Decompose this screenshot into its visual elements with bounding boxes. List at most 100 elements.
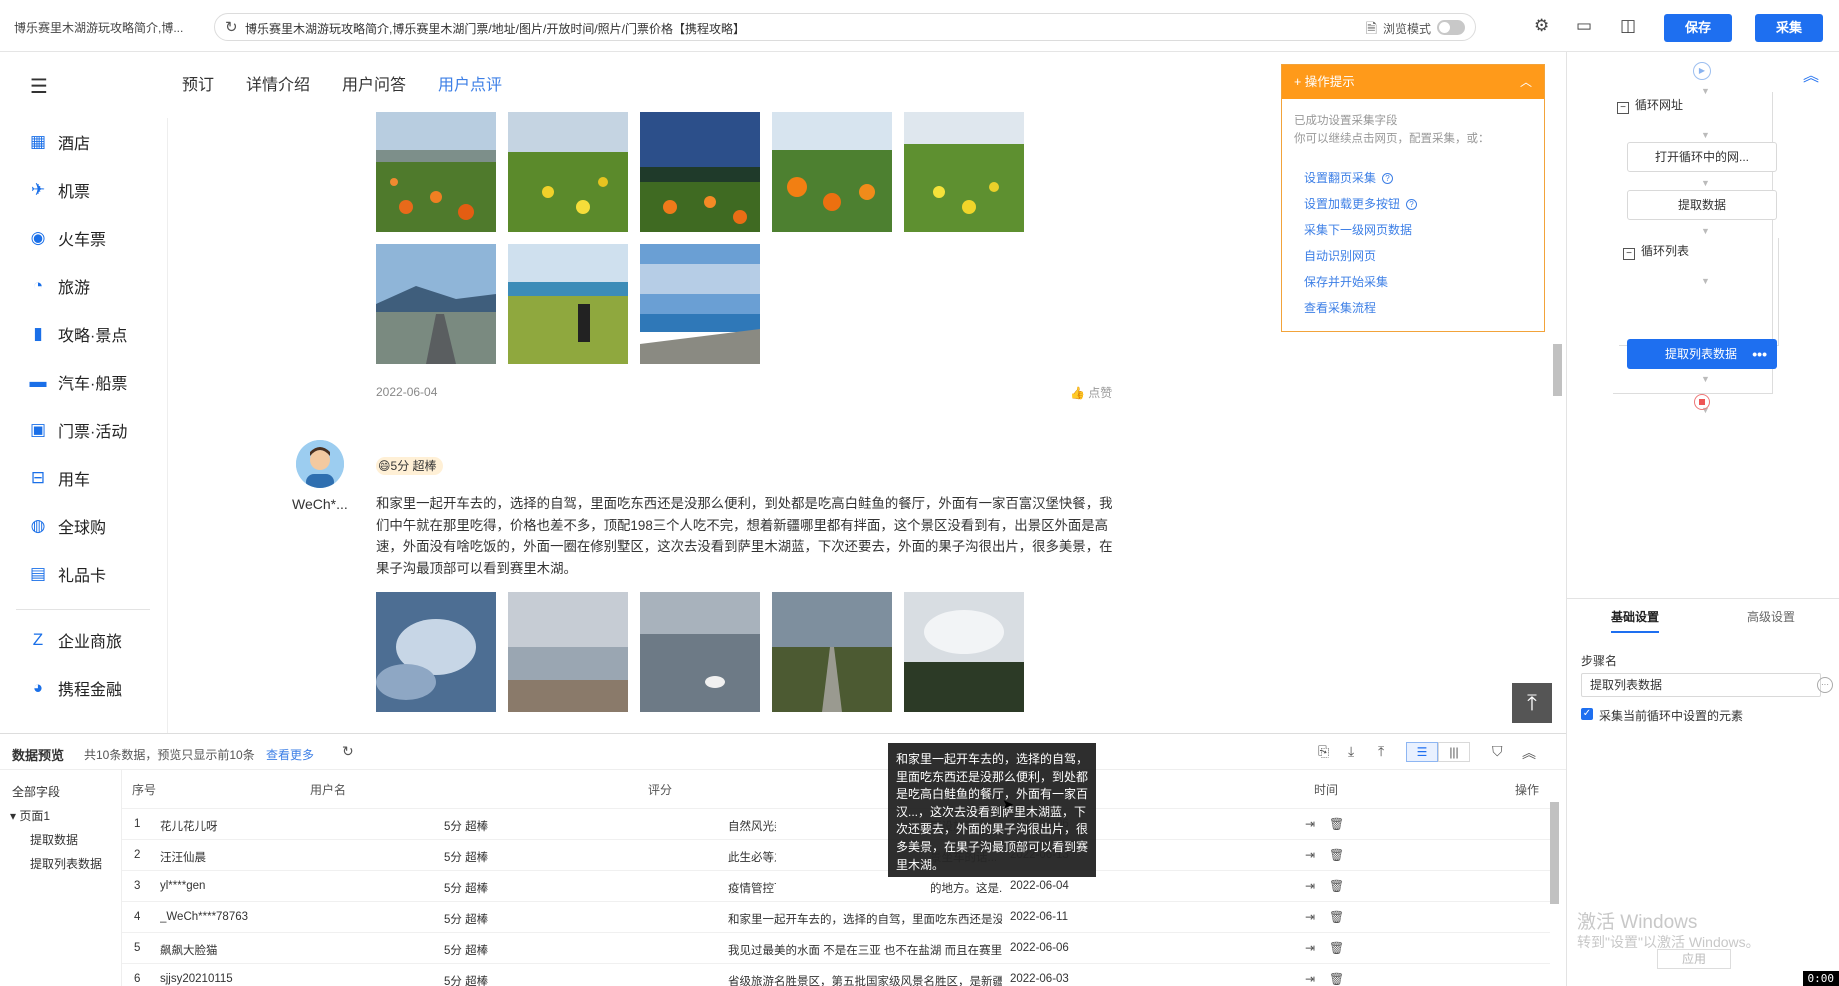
review-photo[interactable] <box>508 592 628 712</box>
export-icon[interactable]: ⎘ <box>1318 743 1329 760</box>
table-scrollbar[interactable] <box>1550 802 1559 904</box>
row-export-icon[interactable]: ⇥ <box>1305 879 1315 893</box>
nav-item-business[interactable]: Z 企业商旅 <box>28 627 122 653</box>
open-loop-page-step[interactable]: 打开循环中的网... <box>1627 142 1777 172</box>
tip-link-load-more[interactable]: 设置加载更多按钮? <box>1304 195 1418 212</box>
browse-mode-toggle[interactable] <box>1437 20 1465 35</box>
back-to-top-button[interactable]: ⤒ <box>1512 683 1552 723</box>
review-photo[interactable] <box>640 244 760 364</box>
extract-data-step[interactable]: 提取数据 <box>1627 190 1777 220</box>
review-photo[interactable] <box>376 112 496 232</box>
table-row[interactable]: 2汪汪仙晨5分 超棒此生必等之景坐车的话...2022-06-13⇥🗑 <box>122 839 1550 870</box>
tip-link-next-level[interactable]: 采集下一级网页数据 <box>1304 221 1412 238</box>
review-photo[interactable] <box>904 112 1024 232</box>
view-more-link[interactable]: 查看更多 <box>266 746 314 763</box>
collect-button[interactable]: 采集 <box>1755 14 1823 42</box>
extract-list-step[interactable]: 提取列表数据 ••• <box>1627 339 1777 369</box>
row-delete-icon[interactable]: 🗑 <box>1329 972 1344 986</box>
tab-booking[interactable]: 预订 <box>182 71 214 95</box>
menu-icon[interactable]: ☰ <box>30 74 48 99</box>
nav-item-hotel[interactable]: ▦ 酒店 <box>28 129 90 155</box>
collapse-chevron-icon[interactable]: ︿ <box>1520 65 1532 99</box>
nav-item-ticket[interactable]: ▣ 门票·活动 <box>28 417 127 443</box>
field-page1[interactable]: ▾ 页面1 <box>10 807 50 824</box>
table-row[interactable]: 4 _WeCh****78763 5分 超棒 和家里一起开车去的，选择的自驾，里面吃东… <box>122 901 1550 932</box>
like-button[interactable]: 👍 点赞 <box>1070 384 1112 401</box>
nav-item-finance[interactable]: ◕ 携程金融 <box>28 675 122 701</box>
row-delete-icon[interactable]: 🗑 <box>1329 910 1344 924</box>
collect-loop-checkbox-label[interactable]: 采集当前循环中设置的元素 <box>1599 707 1743 724</box>
more-options-icon[interactable]: ••• <box>1752 339 1767 369</box>
review-photo[interactable] <box>508 244 628 364</box>
row-export-icon[interactable]: ⇥ <box>1305 910 1315 924</box>
row-delete-icon[interactable]: 🗑 <box>1329 941 1344 955</box>
more-circle-icon[interactable]: ··· <box>1817 677 1833 693</box>
review-photo[interactable] <box>640 592 760 712</box>
row-export-icon[interactable]: ⇥ <box>1305 972 1315 986</box>
url-text[interactable]: 博乐赛里木湖游玩攻略简介,博乐赛里木湖门票/地址/图片/开放时间/照片/门票价格… <box>245 20 745 37</box>
address-bar[interactable]: ↻ 博乐赛里木湖游玩攻略简介,博乐赛里木湖门票/地址/图片/开放时间/照片/门票… <box>214 13 1476 41</box>
field-all[interactable]: 全部字段 <box>12 783 60 800</box>
nav-item-bus[interactable]: ▬ 汽车·船票 <box>28 369 128 395</box>
table-row[interactable]: 1花儿花儿呀5分 超棒自然风光美区设施齐全...2022-06-06⇥🗑 <box>122 808 1550 839</box>
avatar[interactable] <box>296 440 344 488</box>
layout-bottom-icon[interactable]: ▭ <box>1576 16 1592 36</box>
page-tab-title[interactable]: 博乐赛里木湖游玩攻略简介,博... <box>14 19 183 36</box>
reviewer-name[interactable]: WeCh*... <box>292 496 348 512</box>
tip-link-pagination[interactable]: 设置翻页采集? <box>1304 169 1394 186</box>
save-button[interactable]: 保存 <box>1664 14 1732 42</box>
review-photo[interactable] <box>376 244 496 364</box>
page-scrollbar[interactable] <box>1550 52 1564 732</box>
table-row[interactable]: 5 飙飙大脸猫 5分 超棒 我见过最美的水面 不是在三亚 也不在盐湖 而且在赛里木湖.… <box>122 932 1550 963</box>
nav-item-gift-card[interactable]: ▤ 礼品卡 <box>28 561 106 587</box>
tab-basic-settings[interactable]: 基础设置 <box>1611 608 1660 633</box>
tab-reviews[interactable]: 用户点评 <box>438 71 502 95</box>
row-delete-icon[interactable]: 🗑 <box>1329 817 1344 831</box>
nav-item-guide[interactable]: ▮ 攻略·景点 <box>28 321 127 347</box>
refresh-icon[interactable]: ↻ <box>342 743 354 760</box>
table-row[interactable]: 3 yl****gen 5分 超棒 疫情管控下 的地方。这是... 2022-06-04 ⇥… <box>122 870 1550 901</box>
help-icon[interactable]: ? <box>1406 199 1418 210</box>
row-export-icon[interactable]: ⇥ <box>1305 848 1315 862</box>
review-photo[interactable] <box>640 112 760 232</box>
minus-icon[interactable]: − <box>1617 102 1629 114</box>
loop-url-label[interactable]: − 循环网址 <box>1617 96 1683 114</box>
tab-advanced-settings[interactable]: 高级设置 <box>1747 608 1795 625</box>
collect-loop-checkbox[interactable]: ✓ <box>1581 708 1593 720</box>
review-photo[interactable] <box>772 592 892 712</box>
download-icon[interactable]: ⤓ <box>1348 743 1354 760</box>
row-delete-icon[interactable]: 🗑 <box>1329 848 1344 862</box>
page-scrollbar-thumb[interactable] <box>1553 344 1562 396</box>
apply-button[interactable]: 应用 <box>1657 949 1731 969</box>
tip-link-auto-detect[interactable]: 自动识别网页 <box>1304 247 1376 264</box>
table-row[interactable]: 6 sjjsy20210115 5分 超棒 省级旅游名胜景区，第五批国家级风景名胜区，… <box>122 963 1550 986</box>
stop-icon[interactable] <box>1694 394 1710 410</box>
nav-item-car[interactable]: ⊟ 用车 <box>28 465 90 491</box>
help-icon[interactable]: ? <box>1382 173 1394 184</box>
review-photo[interactable] <box>772 112 892 232</box>
row-export-icon[interactable]: ⇥ <box>1305 817 1315 831</box>
tip-link-save-start[interactable]: 保存并开始采集 <box>1304 273 1388 290</box>
caret-down-icon[interactable]: ▾ <box>10 809 16 823</box>
field-extract-data[interactable]: 提取数据 <box>30 831 78 848</box>
tips-header[interactable]: + 操作提示 ︿ <box>1282 65 1544 99</box>
step-name-input[interactable]: 提取列表数据 <box>1581 673 1821 697</box>
minus-icon[interactable]: − <box>1623 248 1635 260</box>
reload-icon[interactable]: ↻ <box>225 18 238 36</box>
nav-item-globe[interactable]: ◍ 全球购 <box>28 513 106 539</box>
filter-icon[interactable]: ⛉ <box>1492 743 1503 760</box>
field-extract-list[interactable]: 提取列表数据 <box>30 855 102 872</box>
column-view-icon[interactable]: ||| <box>1438 742 1470 762</box>
review-photo[interactable] <box>376 592 496 712</box>
collapse-icon[interactable]: ︽ <box>1522 743 1536 763</box>
layout-side-icon[interactable]: ◫ <box>1620 16 1636 36</box>
play-icon[interactable]: ▶ <box>1693 62 1711 80</box>
review-photo[interactable] <box>508 112 628 232</box>
list-view-icon[interactable]: ☰ <box>1406 742 1438 762</box>
tab-details[interactable]: 详情介绍 <box>246 71 310 95</box>
loop-list-label[interactable]: − 循环列表 <box>1623 242 1689 260</box>
review-photo[interactable] <box>904 592 1024 712</box>
row-delete-icon[interactable]: 🗑 <box>1329 879 1344 893</box>
tab-qa[interactable]: 用户问答 <box>342 71 406 95</box>
upload-icon[interactable]: ⤒ <box>1378 743 1384 760</box>
